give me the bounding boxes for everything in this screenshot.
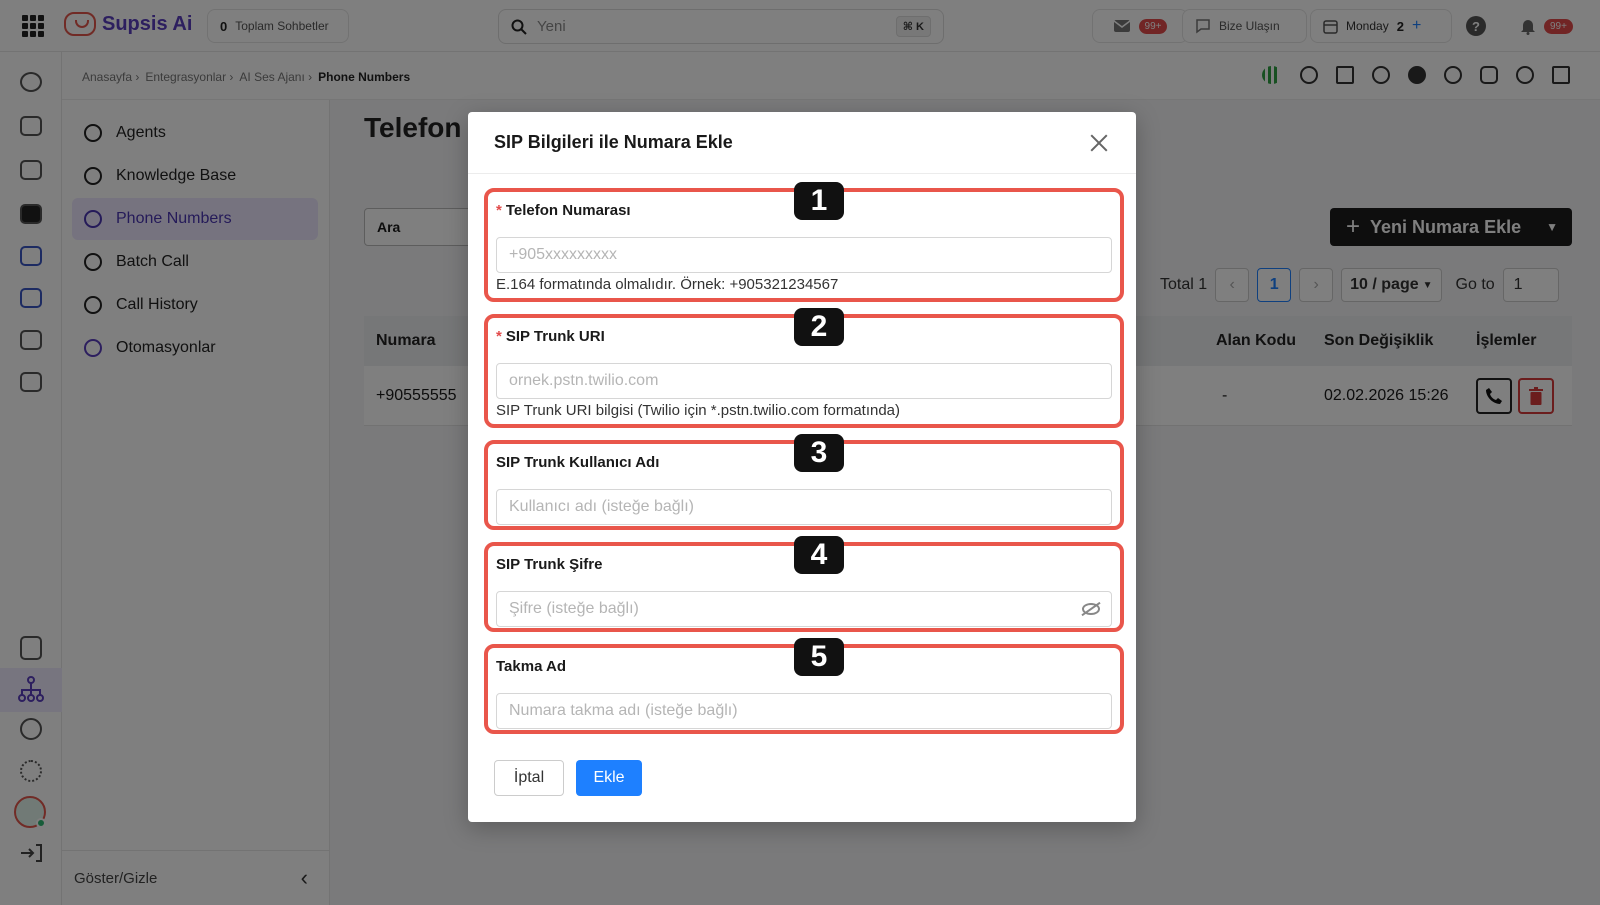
field-label-text: Telefon Numarası — [505, 202, 631, 219]
step-badge: 1 — [794, 182, 844, 220]
required-marker: * — [496, 202, 502, 219]
required-marker: * — [496, 328, 502, 345]
sip-username-label: SIP Trunk Kullanıcı Adı — [496, 454, 660, 471]
nickname-input[interactable] — [496, 693, 1112, 729]
phone-number-field-group: *Telefon Numarası E.164 formatında olmal… — [484, 182, 1124, 302]
step-badge: 5 — [794, 638, 844, 676]
phone-number-label: * Telefon Numarası — [496, 202, 631, 219]
step-badge: 3 — [794, 434, 844, 472]
step-badge: 4 — [794, 536, 844, 574]
phone-number-help: E.164 formatında olmalıdır. Örnek: +9053… — [496, 276, 839, 293]
modal-header: SIP Bilgileri ile Numara Ekle — [468, 112, 1136, 174]
step-badge: 2 — [794, 308, 844, 346]
sip-password-field-group: SIP Trunk Şifre 4 — [484, 536, 1124, 632]
sip-password-label: SIP Trunk Şifre — [496, 556, 603, 573]
add-sip-number-modal: SIP Bilgileri ile Numara Ekle * Telefon N… — [468, 112, 1136, 822]
eye-slash-icon[interactable] — [1082, 603, 1100, 615]
submit-button[interactable]: Ekle — [576, 760, 642, 796]
modal-title: SIP Bilgileri ile Numara Ekle — [494, 132, 733, 152]
close-icon[interactable] — [1088, 132, 1110, 154]
sip-trunk-uri-field-group: *SIP Trunk URI SIP Trunk URI bilgisi (Tw… — [484, 308, 1124, 428]
phone-number-input[interactable] — [496, 237, 1112, 273]
sip-trunk-uri-input[interactable] — [496, 363, 1112, 399]
sip-username-field-group: SIP Trunk Kullanıcı Adı 3 — [484, 434, 1124, 530]
field-label-text: SIP Trunk URI — [505, 328, 605, 345]
nickname-field-group: Takma Ad 5 — [484, 638, 1124, 734]
sip-trunk-uri-help: SIP Trunk URI bilgisi (Twilio için *.pst… — [496, 402, 901, 419]
sip-password-input[interactable] — [496, 591, 1112, 627]
nickname-label: Takma Ad — [496, 658, 567, 675]
sip-trunk-uri-label: * SIP Trunk URI — [496, 328, 605, 345]
cancel-button[interactable]: İptal — [494, 760, 564, 796]
sip-username-input[interactable] — [496, 489, 1112, 525]
